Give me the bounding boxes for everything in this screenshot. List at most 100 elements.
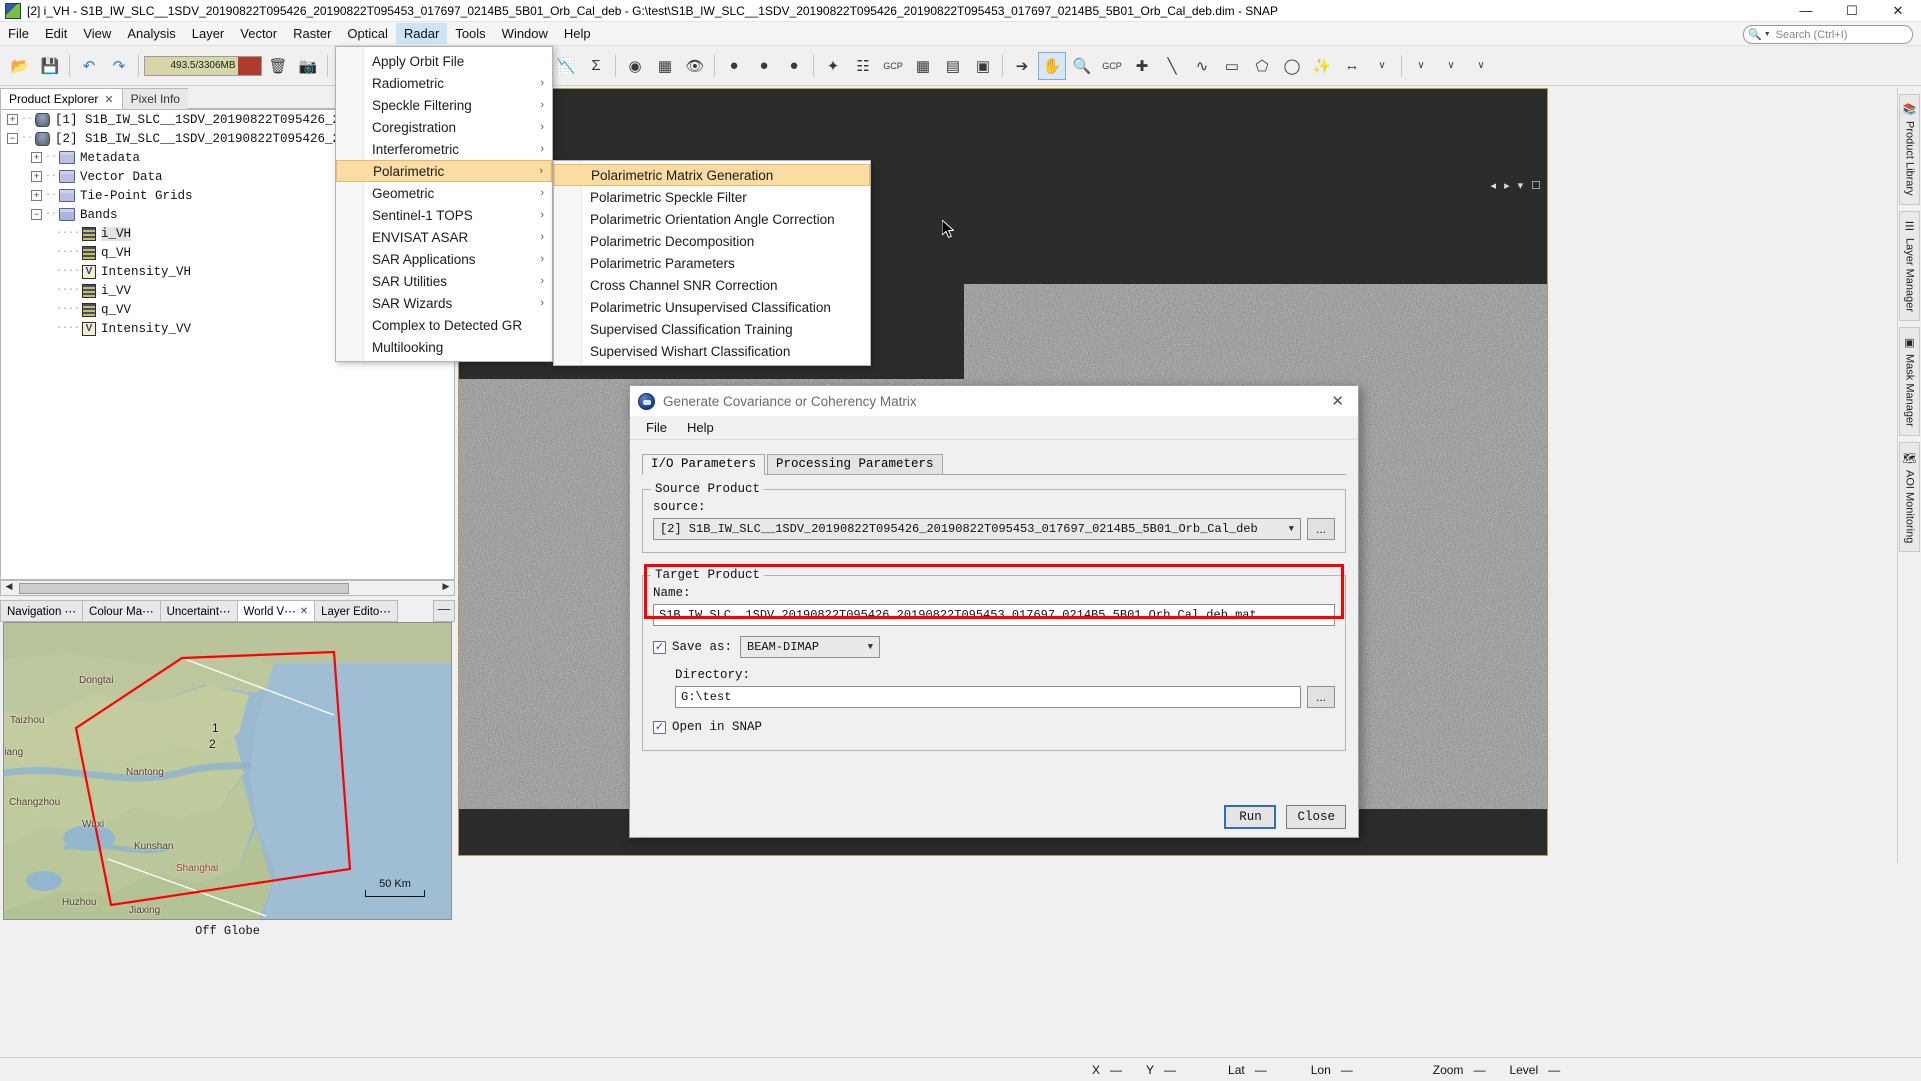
toolbar-overflow-1[interactable]: ∨ (1368, 52, 1396, 80)
menu-item-radiometric[interactable]: Radiometric › (336, 72, 552, 94)
dock-tab-mask-manager[interactable]: ▣ Mask Manager (1899, 327, 1920, 436)
menu-item-polarimetric-parameters[interactable]: Polarimetric Parameters (554, 252, 870, 274)
gcp-grid-icon[interactable]: ▦ (909, 52, 937, 80)
save-as-checkbox[interactable]: ✓ (653, 640, 666, 654)
menu-vector[interactable]: Vector (232, 23, 285, 44)
close-button[interactable]: ✕ (1875, 0, 1921, 22)
minimize-button[interactable]: — (1783, 0, 1829, 22)
expander-icon[interactable]: − (31, 209, 42, 220)
dialog-close-button[interactable]: ✕ (1325, 392, 1350, 410)
menu-item-multilooking[interactable]: Multilooking (336, 336, 552, 358)
format-combo[interactable]: BEAM-DIMAP ▼ (740, 636, 881, 658)
menu-item-polarimetric-decomposition[interactable]: Polarimetric Decomposition (554, 230, 870, 252)
dialog-menu-file[interactable]: File (638, 418, 675, 437)
menu-item-supervised-classification-training[interactable]: Supervised Classification Training (554, 318, 870, 340)
dock-tab-product-library[interactable]: 📚 Product Library (1899, 94, 1920, 206)
view-prev-icon[interactable]: ◂ (1491, 179, 1497, 192)
menu-item-envisat-asar[interactable]: ENVISAT ASAR › (336, 226, 552, 248)
grid-icon[interactable]: ▦ (651, 52, 679, 80)
range-finder-icon[interactable]: ↔ (1338, 52, 1366, 80)
menu-item-complex-to-detected-gr[interactable]: Complex to Detected GR (336, 314, 552, 336)
tab-processing-parameters[interactable]: Processing Parameters (767, 454, 943, 475)
global-search-box[interactable]: 🔍 ▼ Search (Ctrl+I) (1743, 25, 1913, 44)
product-tree-hscrollbar[interactable]: ◀ ▶ (0, 580, 455, 596)
close-icon[interactable]: ✕ (104, 93, 113, 106)
dialog-menu-help[interactable]: Help (679, 418, 722, 437)
dock-tab-layer-manager[interactable]: ☰ Layer Manager (1899, 211, 1920, 322)
menu-item-supervised-wishart-classification[interactable]: Supervised Wishart Classification (554, 340, 870, 362)
dialog-close-action-button[interactable]: Close (1286, 805, 1346, 829)
world-view-map[interactable]: Dongtai Taizhou jiang Nantong Changzhou … (3, 622, 452, 920)
generate-matrix-dialog[interactable]: Generate Covariance or Coherency Matrix … (629, 385, 1359, 838)
menu-optical[interactable]: Optical (339, 23, 395, 44)
menu-item-polarimetric[interactable]: Polarimetric › (336, 160, 552, 182)
source-browse-button[interactable]: ... (1307, 518, 1335, 540)
open-in-snap-checkbox[interactable]: ✓ (653, 720, 666, 734)
scrollbar-thumb[interactable] (19, 582, 349, 594)
menu-item-speckle-filtering[interactable]: Speckle Filtering › (336, 94, 552, 116)
expander-icon[interactable]: − (7, 133, 18, 144)
target-name-input[interactable]: S1B_IW_SLC__1SDV_20190822T095426_2019082… (653, 604, 1335, 626)
pin-placing-icon[interactable]: ✦ (819, 52, 847, 80)
view-maximize-icon[interactable]: ☐ (1531, 179, 1541, 192)
polarimetric-submenu[interactable]: Polarimetric Matrix Generation Polarimet… (553, 160, 871, 366)
menu-item-sentinel-1-tops[interactable]: Sentinel-1 TOPS › (336, 204, 552, 226)
memory-monitor[interactable]: 493.5/3306MB (144, 55, 262, 76)
toolbar-overflow-2[interactable]: ∨ (1407, 52, 1435, 80)
select-arrow-icon[interactable]: ➔ (1008, 52, 1036, 80)
menu-view[interactable]: View (75, 23, 119, 44)
tab-colour-manipulation[interactable]: Colour Ma⋯ (82, 600, 161, 622)
radar-menu-dropdown[interactable]: Apply Orbit File Radiometric › Speckle F… (335, 46, 553, 362)
pan-hand-icon[interactable]: ✋ (1038, 51, 1066, 80)
menu-layer[interactable]: Layer (184, 23, 233, 44)
magic-wand-icon[interactable]: ✨ (1308, 52, 1336, 80)
profile-plot-icon[interactable]: 📉 (552, 52, 580, 80)
gcp-tool-icon[interactable]: GCP (1098, 52, 1126, 80)
menu-item-apply-orbit-file[interactable]: Apply Orbit File (336, 50, 552, 72)
directory-input[interactable]: G:\test (675, 686, 1301, 708)
redo-icon[interactable]: ↷ (105, 52, 133, 80)
close-icon[interactable]: ✕ (300, 606, 308, 617)
menu-analysis[interactable]: Analysis (119, 23, 183, 44)
scroll-right-icon[interactable]: ▶ (438, 581, 454, 595)
menu-window[interactable]: Window (494, 23, 556, 44)
menu-item-polarimetric-matrix-generation[interactable]: Polarimetric Matrix Generation (554, 164, 870, 186)
menu-item-polarimetric-speckle-filter[interactable]: Polarimetric Speckle Filter (554, 186, 870, 208)
menu-help[interactable]: Help (556, 23, 599, 44)
tab-layer-editor[interactable]: Layer Edito⋯ (314, 600, 398, 622)
menu-item-polarimetric-orientation-angle-correction[interactable]: Polarimetric Orientation Angle Correctio… (554, 208, 870, 230)
gcp-manager-icon[interactable]: GCP (879, 52, 907, 80)
save-product-icon[interactable]: 💾 (36, 52, 64, 80)
undo-icon[interactable]: ↶ (75, 52, 103, 80)
view-next-icon[interactable]: ▸ (1504, 179, 1510, 192)
pin-tool-icon[interactable]: ✚ (1128, 52, 1156, 80)
toolbar-overflow-3[interactable]: ∨ (1437, 52, 1465, 80)
toolbar-overflow-4[interactable]: ∨ (1467, 52, 1495, 80)
tab-product-explorer[interactable]: Product Explorer ✕ (0, 88, 123, 109)
expander-icon[interactable]: + (31, 190, 42, 201)
menu-file[interactable]: File (0, 23, 37, 44)
tab-io-parameters[interactable]: I/O Parameters (642, 454, 766, 475)
ellipse-tool-icon[interactable]: ◯ (1278, 52, 1306, 80)
menu-raster[interactable]: Raster (285, 23, 339, 44)
menu-item-sar-wizards[interactable]: SAR Wizards › (336, 292, 552, 314)
menu-item-cross-channel-snr-correction[interactable]: Cross Channel SNR Correction (554, 274, 870, 296)
menu-item-geometric[interactable]: Geometric › (336, 182, 552, 204)
minimize-panel-button[interactable]: — (433, 600, 455, 622)
tab-pixel-info[interactable]: Pixel Info (121, 88, 189, 109)
maximize-button[interactable]: ☐ (1829, 0, 1875, 22)
binoculars-icon[interactable]: 👁 (681, 52, 709, 80)
menu-edit[interactable]: Edit (37, 23, 75, 44)
rectangle-tool-icon[interactable]: ▭ (1218, 52, 1246, 80)
pin-manager-icon[interactable]: ☷ (849, 52, 877, 80)
menu-tools[interactable]: Tools (447, 23, 493, 44)
mask-manager-icon[interactable]: ◉ (621, 52, 649, 80)
run-button[interactable]: Run (1224, 805, 1277, 829)
menu-item-polarimetric-unsupervised-classification[interactable]: Polarimetric Unsupervised Classification (554, 296, 870, 318)
zoom-tool-icon[interactable]: 🔍 (1068, 52, 1096, 80)
dock-tab-aoi-monitoring[interactable]: 🗺 AOI Monitoring (1899, 441, 1920, 553)
gcp-plus-icon[interactable]: ▤ (939, 52, 967, 80)
polyline-tool-icon[interactable]: ∿ (1188, 52, 1216, 80)
menu-item-interferometric[interactable]: Interferometric › (336, 138, 552, 160)
polygon-tool-icon[interactable]: ⬠ (1248, 52, 1276, 80)
